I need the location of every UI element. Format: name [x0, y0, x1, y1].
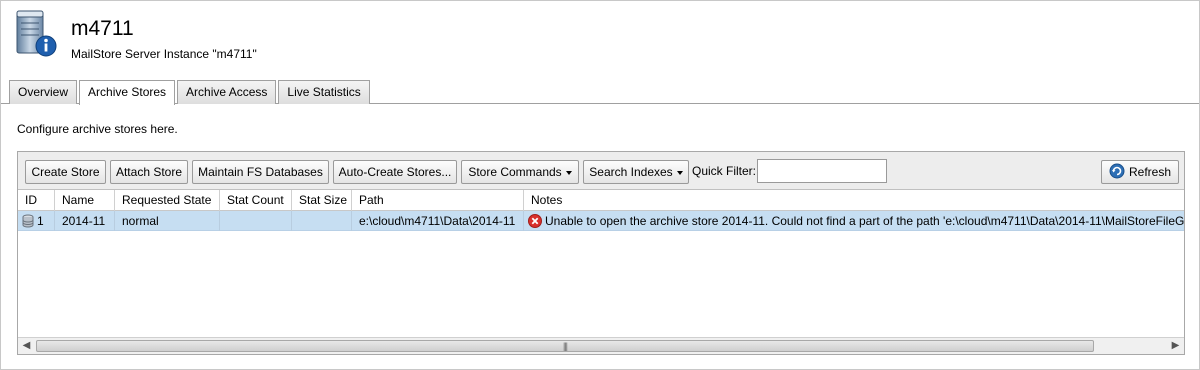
window: m4711 MailStore Server Instance "m4711" …	[0, 0, 1200, 370]
column-header-stat-count[interactable]: Stat Count	[220, 190, 292, 211]
quick-filter-label: Quick Filter:	[692, 164, 757, 178]
refresh-button[interactable]: Refresh	[1101, 160, 1179, 184]
toolbar: Create Store Attach Store Maintain FS Da…	[18, 152, 1184, 190]
table-row[interactable]: 1 2014-11 normal e:\cloud\m4711\Data\201…	[18, 211, 1184, 231]
database-icon	[22, 214, 34, 228]
column-header-path[interactable]: Path	[352, 190, 524, 211]
column-header-notes[interactable]: Notes	[524, 190, 1184, 211]
create-store-button[interactable]: Create Store	[25, 160, 106, 184]
scroll-thumb[interactable]: |||	[36, 340, 1094, 352]
archive-stores-panel: Create Store Attach Store Maintain FS Da…	[17, 151, 1185, 355]
column-header-id[interactable]: ID	[18, 190, 55, 211]
tab-archive-access[interactable]: Archive Access	[177, 80, 277, 104]
page-subtitle: MailStore Server Instance "m4711"	[71, 47, 257, 61]
chevron-down-icon	[676, 170, 683, 175]
error-icon	[528, 214, 542, 228]
server-info-icon	[13, 9, 59, 59]
refresh-icon	[1109, 163, 1125, 179]
column-header-requested-state[interactable]: Requested State	[115, 190, 220, 211]
cell-name: 2014-11	[55, 211, 115, 231]
auto-create-stores-button[interactable]: Auto-Create Stores...	[333, 160, 457, 184]
search-indexes-label: Search Indexes	[589, 165, 673, 179]
cell-requested-state: normal	[115, 211, 220, 231]
intro-text: Configure archive stores here.	[17, 122, 178, 136]
quick-filter-input[interactable]	[757, 159, 887, 183]
tab-live-statistics[interactable]: Live Statistics	[278, 80, 370, 104]
tab-archive-stores[interactable]: Archive Stores	[79, 80, 176, 105]
error-message: Unable to open the archive store 2014-11…	[545, 214, 1184, 228]
attach-store-button[interactable]: Attach Store	[110, 160, 188, 184]
refresh-label: Refresh	[1128, 165, 1172, 179]
maintain-fs-databases-button[interactable]: Maintain FS Databases	[192, 160, 329, 184]
page-title: m4711	[71, 17, 134, 40]
cell-path: e:\cloud\m4711\Data\2014-11	[352, 211, 524, 231]
horizontal-scrollbar[interactable]: ◀ ||| ▶	[18, 337, 1184, 354]
cell-stat-size	[292, 211, 352, 231]
scroll-right-icon[interactable]: ▶	[1167, 338, 1184, 354]
tab-bar: Overview Archive Stores Archive Access L…	[9, 80, 372, 105]
cell-id: 1	[18, 211, 55, 231]
archive-stores-table: ID Name Requested State Stat Count Stat …	[18, 190, 1184, 338]
store-commands-label: Store Commands	[468, 165, 562, 179]
scroll-left-icon[interactable]: ◀	[18, 338, 35, 354]
column-header-name[interactable]: Name	[55, 190, 115, 211]
cell-stat-count	[220, 211, 292, 231]
tab-overview[interactable]: Overview	[9, 80, 78, 104]
table-header: ID Name Requested State Stat Count Stat …	[18, 190, 1184, 211]
store-id: 1	[37, 214, 44, 228]
cell-notes: Unable to open the archive store 2014-11…	[524, 211, 1184, 231]
search-indexes-dropdown[interactable]: Search Indexes	[583, 160, 689, 184]
column-header-stat-size[interactable]: Stat Size	[292, 190, 352, 211]
chevron-down-icon	[565, 170, 572, 175]
store-commands-dropdown[interactable]: Store Commands	[461, 160, 579, 184]
